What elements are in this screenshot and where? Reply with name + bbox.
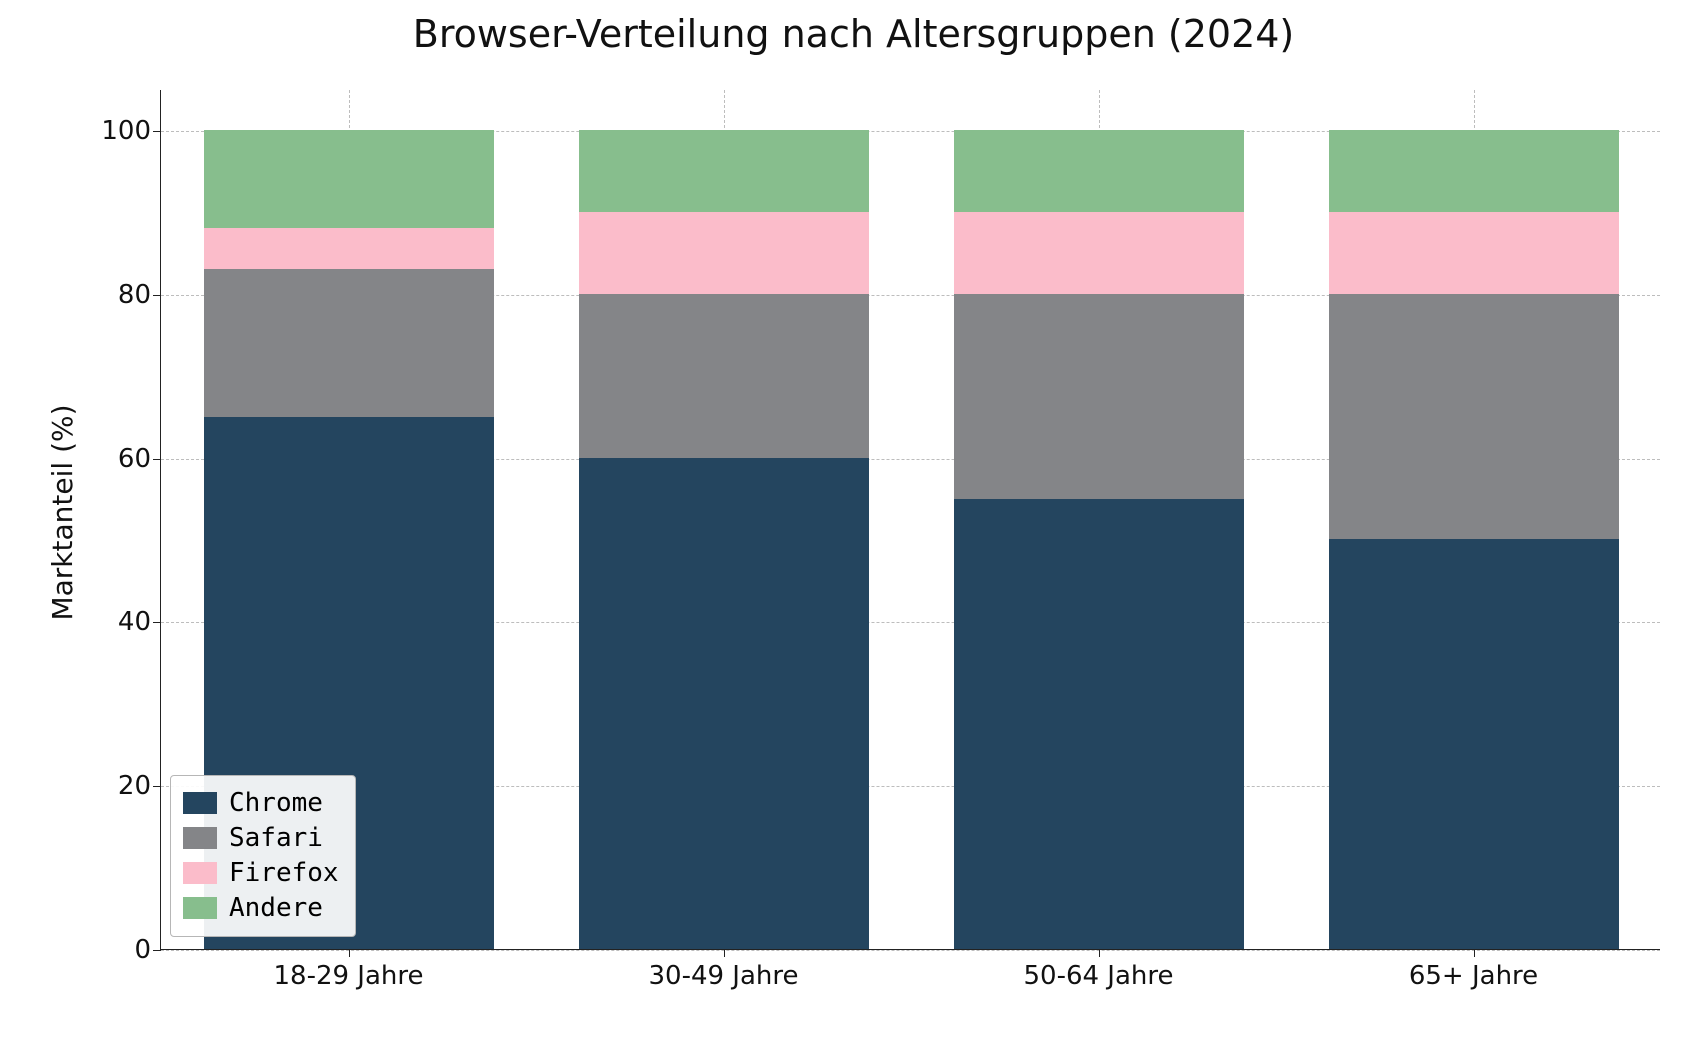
legend-item: Firefox	[183, 856, 339, 891]
legend-swatch	[183, 897, 217, 919]
bar-segment	[1329, 212, 1619, 294]
y-axis-label: Marktanteil (%)	[46, 296, 79, 512]
x-tick-label: 18-29 Jahre	[273, 961, 423, 991]
bar-group	[579, 89, 869, 949]
legend-label: Chrome	[229, 786, 323, 821]
y-tick-label: 80	[91, 280, 151, 310]
y-tick	[153, 131, 161, 132]
y-tick	[153, 295, 161, 296]
legend-swatch	[183, 862, 217, 884]
bar-segment	[1329, 539, 1619, 949]
y-tick-label: 60	[91, 444, 151, 474]
grid-line	[161, 950, 1660, 951]
y-tick	[153, 786, 161, 787]
legend-label: Andere	[229, 891, 323, 926]
bar-segment	[579, 212, 869, 294]
bar-segment	[579, 458, 869, 949]
y-tick	[153, 459, 161, 460]
bar-layer	[161, 90, 1660, 949]
bar-segment	[1329, 294, 1619, 540]
bar-segment	[204, 269, 494, 416]
x-tick	[1099, 949, 1100, 957]
chart-title: Browser-Verteilung nach Altersgruppen (2…	[0, 12, 1707, 56]
bar-group	[954, 89, 1244, 949]
bar-segment	[579, 130, 869, 212]
x-tick-label: 50-64 Jahre	[1023, 961, 1173, 991]
bar-segment	[954, 130, 1244, 212]
y-tick	[153, 622, 161, 623]
y-tick-label: 20	[91, 771, 151, 801]
y-tick-label: 100	[91, 116, 151, 146]
legend-swatch	[183, 792, 217, 814]
legend-label: Firefox	[229, 856, 339, 891]
x-tick	[724, 949, 725, 957]
legend-item: Chrome	[183, 786, 339, 821]
bar-segment	[1329, 130, 1619, 212]
legend: ChromeSafariFirefoxAndere	[170, 775, 356, 937]
bar-group	[1329, 89, 1619, 949]
bar-segment	[204, 130, 494, 228]
y-tick	[153, 950, 161, 951]
bar-segment	[954, 212, 1244, 294]
legend-label: Safari	[229, 821, 323, 856]
legend-item: Andere	[183, 891, 339, 926]
bar-segment	[579, 294, 869, 458]
x-tick-label: 65+ Jahre	[1409, 961, 1538, 991]
bar-segment	[954, 499, 1244, 949]
bar-segment	[954, 294, 1244, 499]
chart-container: Browser-Verteilung nach Altersgruppen (2…	[0, 0, 1707, 1057]
y-tick-label: 40	[91, 607, 151, 637]
legend-swatch	[183, 827, 217, 849]
x-tick	[349, 949, 350, 957]
y-tick-label: 0	[91, 935, 151, 965]
x-tick	[1474, 949, 1475, 957]
bar-segment	[204, 228, 494, 269]
x-tick-label: 30-49 Jahre	[648, 961, 798, 991]
plot-area: 18-29 Jahre30-49 Jahre50-64 Jahre65+ Jah…	[160, 90, 1660, 950]
legend-item: Safari	[183, 821, 339, 856]
